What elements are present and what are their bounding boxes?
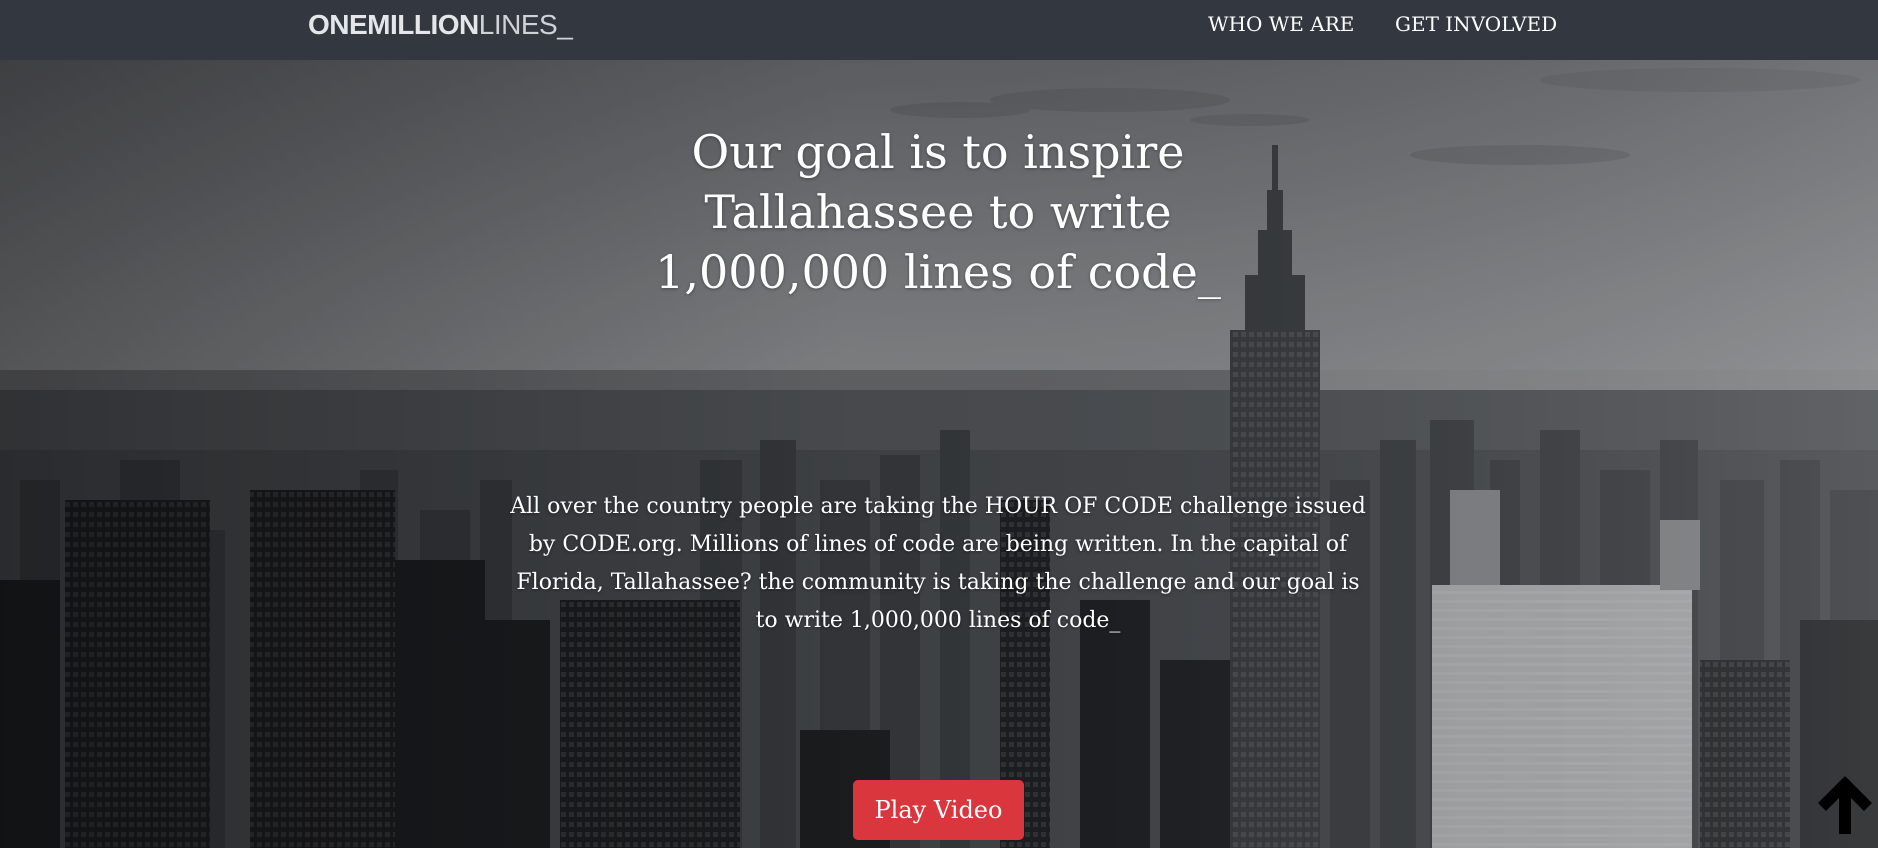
navbar: ONEMILLIONLINES_ WHO WE ARE GET INVOLVED [0,0,1878,60]
arrow-up-icon [1818,776,1872,834]
hero-section: Our goal is to inspire Tallahassee to wr… [0,60,1878,848]
nav-link-get-involved[interactable]: GET INVOLVED [1395,11,1557,37]
hero-headline: Our goal is to inspire Tallahassee to wr… [655,125,1221,299]
logo-bold-text: ONEMILLION [308,9,479,40]
nav-link-who-we-are[interactable]: WHO WE ARE [1208,11,1354,37]
site-logo[interactable]: ONEMILLIONLINES_ [308,8,573,42]
hero-description: All over the country people are taking t… [510,494,1366,633]
play-video-button[interactable]: Play Video [853,780,1024,840]
logo-thin-text: LINES_ [478,9,573,40]
scroll-to-top-button[interactable] [1812,770,1878,836]
